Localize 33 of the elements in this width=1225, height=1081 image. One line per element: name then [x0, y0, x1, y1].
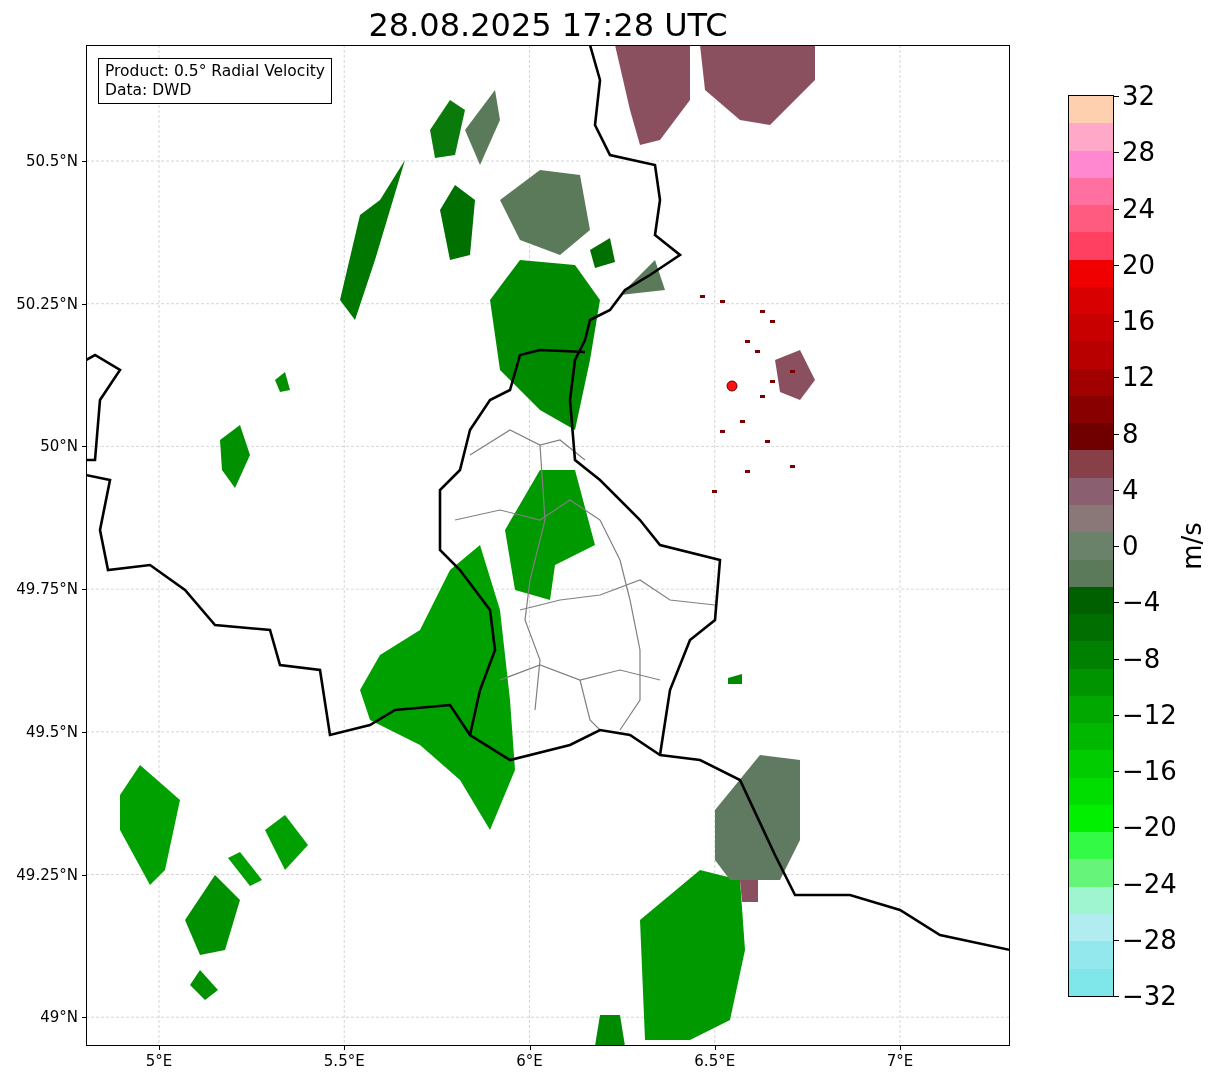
colorbar-tick-label: 0: [1122, 531, 1139, 561]
colorbar-tick-label: −16: [1122, 756, 1177, 786]
colorbar-tick-label: 32: [1122, 81, 1156, 111]
colorbar-tick-label: −32: [1122, 981, 1177, 1011]
colorbar-tick-label: 4: [1122, 474, 1139, 505]
colorbar-tick-label: 20: [1122, 249, 1156, 280]
axis-tick-label: 49.75°N: [16, 580, 78, 599]
colorbar-tick-label: 28: [1122, 137, 1156, 168]
colorbar-tick-label: 16: [1122, 306, 1156, 336]
chart-title: 28.08.2025 17:28 UTC: [368, 5, 728, 45]
colorbar-tick-label: −24: [1122, 868, 1177, 899]
colorbar-tick-label: 12: [1122, 362, 1156, 393]
colorbar-label: m/s: [1176, 522, 1207, 570]
colorbar-tick-label: 8: [1122, 418, 1139, 449]
axis-tick-label: 6.5°E: [694, 1052, 736, 1070]
axis-tick-label: 49°N: [40, 1008, 78, 1027]
axis-tick-label: 50°N: [40, 437, 78, 456]
colorbar-tick-label: −20: [1122, 812, 1177, 843]
axis-tick-label: 49.25°N: [16, 865, 78, 884]
colorbar-tick-label: 24: [1122, 193, 1156, 224]
colorbar-tick-label: −8: [1122, 643, 1161, 674]
colorbar-tick-label: −4: [1122, 587, 1161, 618]
colorbar-tick-label: −28: [1122, 924, 1177, 955]
axis-tick-label: 50.25°N: [16, 294, 78, 313]
axis-tick-label: 6°E: [516, 1052, 543, 1070]
axis-tick-label: 7°E: [886, 1052, 914, 1070]
radar-site-marker: [726, 380, 738, 392]
axis-tick-label: 5°E: [145, 1052, 173, 1070]
axis-tick-label: 50.5°N: [25, 152, 78, 170]
axis-tick-label: 49.5°N: [25, 722, 78, 741]
info-box: Product: 0.5° Radial Velocity Data: DWD: [98, 58, 332, 104]
axis-tick-label: 5.5°E: [323, 1052, 365, 1070]
colorbar-tick-label: −12: [1122, 699, 1177, 730]
